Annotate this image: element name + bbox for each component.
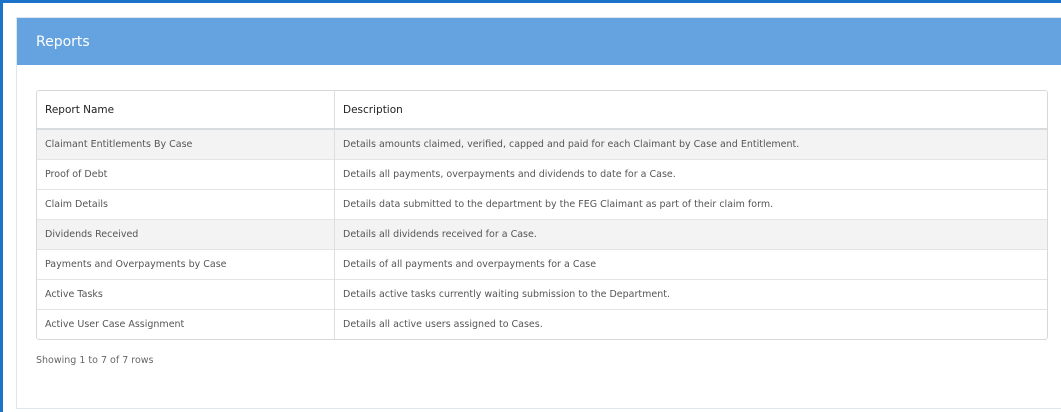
table-row[interactable]: Active Tasks Details active tasks curren… [37,279,1047,310]
window-frame: Reports Report Name Description Claimant… [0,0,1061,412]
panel-title: Reports [36,33,90,50]
report-name-cell[interactable]: Active Tasks [37,279,335,310]
report-name-cell[interactable]: Payments and Overpayments by Case [37,249,335,280]
column-header-description[interactable]: Description [334,91,1047,130]
reports-table-container: Report Name Description Claimant Entitle… [36,90,1048,340]
report-name-cell[interactable]: Proof of Debt [37,159,335,190]
table-row[interactable]: Claimant Entitlements By Case Details am… [37,128,1047,160]
table-row[interactable]: Proof of Debt Details all payments, over… [37,159,1047,190]
panel-header: Reports [17,18,1061,65]
report-name-cell[interactable]: Dividends Received [37,219,335,250]
table-row[interactable]: Claim Details Details data submitted to … [37,189,1047,220]
description-cell: Details data submitted to the department… [334,189,1047,220]
table-row[interactable]: Dividends Received Details all dividends… [37,219,1047,250]
pagination-summary: Showing 1 to 7 of 7 rows [36,355,154,366]
description-cell: Details active tasks currently waiting s… [334,279,1047,310]
table-row[interactable]: Active User Case Assignment Details all … [37,309,1047,339]
reports-table: Report Name Description Claimant Entitle… [37,91,1047,339]
description-cell: Details all active users assigned to Cas… [334,309,1047,339]
report-name-cell[interactable]: Active User Case Assignment [37,309,335,339]
description-cell: Details amounts claimed, verified, cappe… [334,128,1047,160]
description-cell: Details of all payments and overpayments… [334,249,1047,280]
column-header-report-name[interactable]: Report Name [37,91,335,130]
report-name-cell[interactable]: Claimant Entitlements By Case [37,128,335,160]
description-cell: Details all dividends received for a Cas… [334,219,1047,250]
table-row[interactable]: Payments and Overpayments by Case Detail… [37,249,1047,280]
report-name-cell[interactable]: Claim Details [37,189,335,220]
description-cell: Details all payments, overpayments and d… [334,159,1047,190]
table-header-row: Report Name Description [37,91,1047,130]
